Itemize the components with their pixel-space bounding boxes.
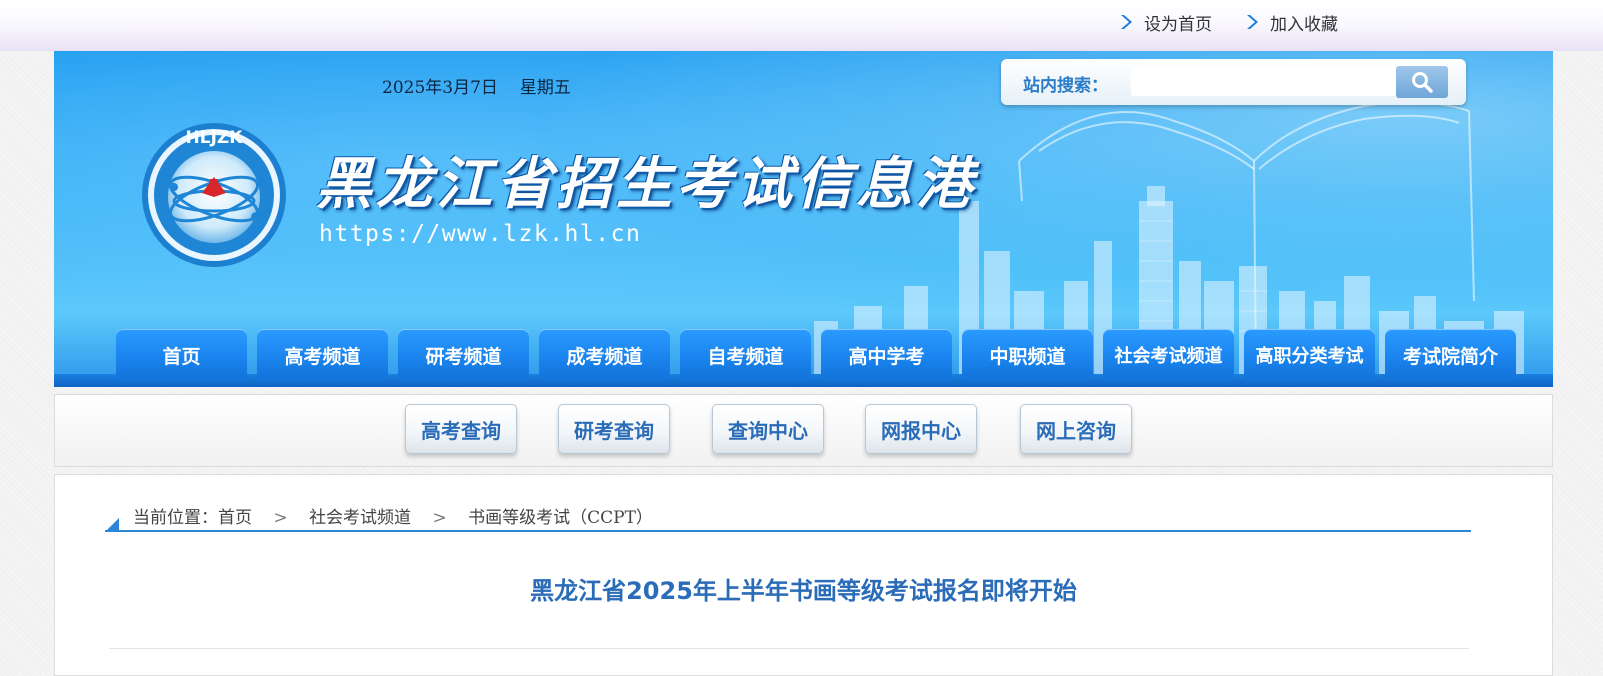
yankao-query-button[interactable]: 研考查询 — [558, 404, 670, 454]
breadcrumb-prefix: 当前位置： — [133, 508, 218, 528]
date-text: 2025年3月7日 — [382, 78, 498, 98]
online-consult-button[interactable]: 网上咨询 — [1020, 404, 1132, 454]
site-url: https://www.lzk.hl.cn — [319, 221, 642, 247]
site-banner: 2025年3月7日 星期五 站内搜索： HLJZK 黑龙江省招生考试信息港 ht… — [54, 51, 1553, 387]
weekday-text: 星期五 — [519, 78, 571, 98]
nav-social-exams[interactable]: 社会考试频道 — [1103, 329, 1234, 381]
set-homepage-label: 设为首页 — [1144, 14, 1212, 35]
nav-about[interactable]: 考试院简介 — [1385, 329, 1516, 381]
nav-chengkao[interactable]: 成考频道 — [539, 329, 670, 381]
site-search: 站内搜索： — [1001, 59, 1466, 105]
nav-zhongzhi[interactable]: 中职频道 — [962, 329, 1093, 381]
add-favorite-link[interactable]: 加入收藏 — [1244, 10, 1338, 35]
title-divider — [109, 648, 1469, 649]
search-button[interactable] — [1396, 66, 1448, 98]
breadcrumb-separator: > — [273, 508, 288, 528]
logo-lettering: HLJZK — [186, 128, 244, 148]
nav-vocational-exams[interactable]: 高职分类考试 — [1244, 329, 1375, 381]
search-label: 站内搜索： — [1023, 76, 1108, 96]
article-title: 黑龙江省2025年上半年书画等级考试报名即将开始 — [530, 577, 1077, 605]
nav-zikao[interactable]: 自考频道 — [680, 329, 811, 381]
breadcrumb-home[interactable]: 首页 — [218, 508, 252, 528]
add-favorite-label: 加入收藏 — [1270, 14, 1338, 35]
breadcrumb-separator: > — [432, 508, 447, 528]
chevron-right-icon — [1247, 15, 1258, 29]
breadcrumb: 当前位置：首页 > 社会考试频道 > 书画等级考试（CCPT） — [133, 503, 653, 528]
top-utility-bar: 设为首页 加入收藏 — [0, 0, 1603, 51]
breadcrumb-social-exams[interactable]: 社会考试频道 — [309, 508, 411, 528]
gaokao-query-button[interactable]: 高考查询 — [405, 404, 517, 454]
query-center-button[interactable]: 查询中心 — [712, 404, 824, 454]
online-registration-button[interactable]: 网报中心 — [865, 404, 977, 454]
content-panel: 当前位置：首页 > 社会考试频道 > 书画等级考试（CCPT） 黑龙江省2025… — [54, 474, 1553, 676]
nav-yankao[interactable]: 研考频道 — [398, 329, 529, 381]
breadcrumb-ccpt[interactable]: 书画等级考试（CCPT） — [468, 508, 653, 528]
main-nav: 首页 高考频道 研考频道 成考频道 自考频道 高中学考 中职频道 社会考试频道 … — [116, 329, 1516, 381]
hljzk-logo: HLJZK — [142, 123, 286, 267]
search-input[interactable] — [1131, 66, 1397, 96]
search-icon — [1412, 72, 1433, 93]
nav-home[interactable]: 首页 — [116, 329, 247, 381]
set-homepage-link[interactable]: 设为首页 — [1118, 10, 1212, 35]
current-date: 2025年3月7日 星期五 — [382, 73, 593, 98]
nav-gaokao[interactable]: 高考频道 — [257, 329, 388, 381]
quick-links-bar: 高考查询 研考查询 查询中心 网报中心 网上咨询 — [54, 394, 1553, 467]
site-title: 黑龙江省招生考试信息港 — [316, 151, 976, 217]
breadcrumb-underline — [105, 530, 1471, 532]
chevron-right-icon — [1121, 15, 1132, 29]
nav-gaozhong-xuekao[interactable]: 高中学考 — [821, 329, 952, 381]
